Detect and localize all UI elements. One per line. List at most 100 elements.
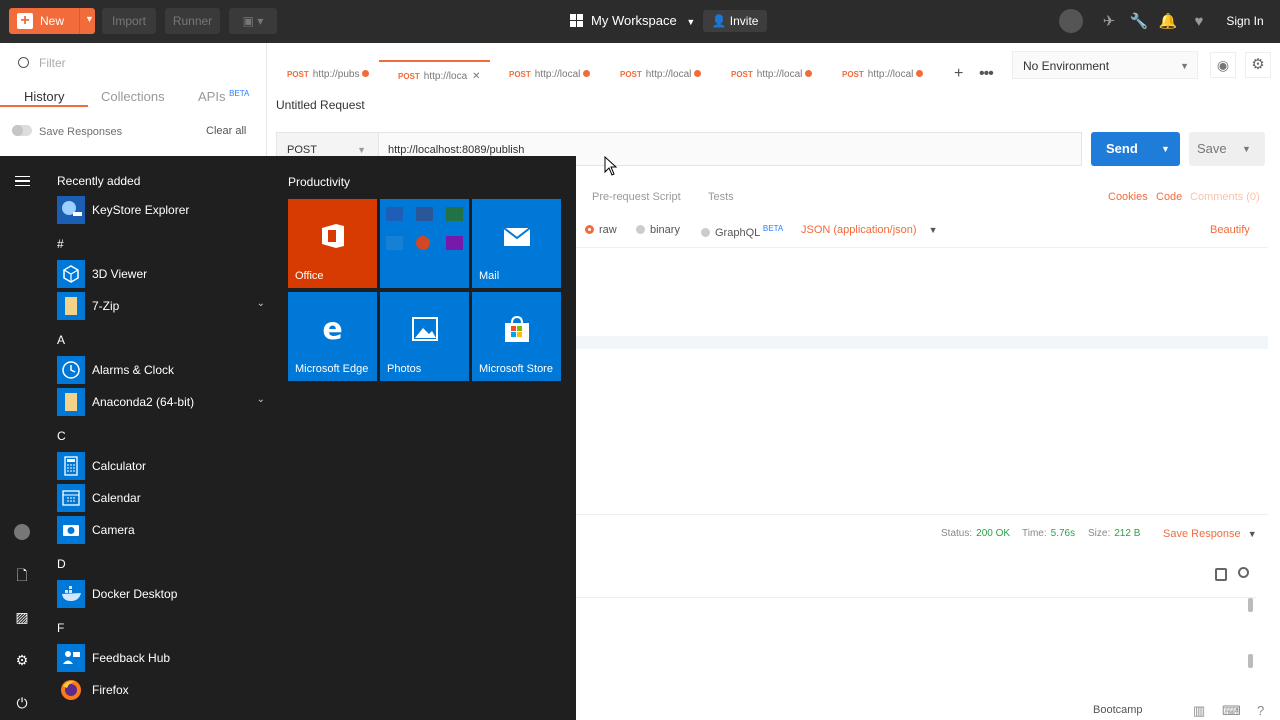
pictures-icon[interactable]: ▨ <box>13 608 31 626</box>
app-name: Camera <box>92 523 135 537</box>
tab-prerequest-script[interactable]: Pre-request Script <box>592 191 681 203</box>
tab-apis-label: APIs <box>198 89 226 104</box>
save-response-button[interactable]: Save Response ▼ <box>1163 528 1257 540</box>
app-anaconda2[interactable]: Anaconda2 (64-bit) ⌄ <box>57 388 269 416</box>
tab-apis[interactable]: APIs BETA <box>198 89 249 104</box>
send-button[interactable]: Send ▼ <box>1091 132 1180 166</box>
tab-collections[interactable]: Collections <box>101 89 165 104</box>
sync-icon[interactable] <box>1059 9 1083 33</box>
environment-select[interactable]: No Environment ▼ <box>1012 51 1198 79</box>
content-type-select[interactable]: JSON (application/json) ▼ <box>801 224 937 236</box>
code-link[interactable]: Code <box>1156 191 1182 203</box>
body-type-raw[interactable]: raw <box>585 224 617 236</box>
letter-header[interactable]: D <box>57 557 66 571</box>
request-tab[interactable]: POST http://local <box>712 60 823 90</box>
new-button[interactable]: + New ▼ <box>9 8 95 34</box>
save-button[interactable]: Save ▼ <box>1189 132 1265 166</box>
tile-microsoft-store[interactable]: Microsoft Store <box>472 292 561 381</box>
tile-microsoft-edge[interactable]: e Microsoft Edge <box>288 292 377 381</box>
tile-office-apps-group[interactable] <box>380 199 469 288</box>
hamburger-menu-icon[interactable] <box>15 176 30 186</box>
copy-icon[interactable] <box>1215 568 1227 581</box>
search-icon <box>18 57 29 68</box>
toggle-switch[interactable] <box>12 125 32 136</box>
power-icon[interactable]: ⏻ <box>13 694 31 712</box>
documents-icon[interactable]: 🗋 <box>13 566 31 584</box>
app-name: 7-Zip <box>92 299 120 313</box>
response-status: Status: 200 OK <box>941 528 1010 539</box>
keyboard-icon[interactable]: ⌨ <box>1222 703 1241 719</box>
scrollbar-thumb[interactable] <box>1248 654 1253 668</box>
add-user-icon: 👤 <box>711 14 727 28</box>
photos-icon <box>380 314 469 351</box>
app-alarms-clock[interactable]: Alarms & Clock <box>57 356 269 384</box>
chevron-down-icon: ▼ <box>1180 61 1189 71</box>
app-7-zip[interactable]: 7-Zip ⌄ <box>57 292 269 320</box>
close-icon[interactable]: ✕ <box>472 71 480 82</box>
wrench-icon[interactable]: 🔧 <box>1129 12 1149 32</box>
app-3d-viewer[interactable]: 3D Viewer <box>57 260 269 288</box>
runner-button[interactable]: Runner <box>165 8 220 34</box>
comments-link[interactable]: Comments (0) <box>1190 191 1260 203</box>
letter-header[interactable]: # <box>57 237 64 251</box>
sign-in-button[interactable]: Sign In <box>1219 9 1271 33</box>
app-calendar[interactable]: Calendar <box>57 484 269 512</box>
app-firefox[interactable]: Firefox <box>57 676 269 704</box>
beautify-link[interactable]: Beautify <box>1210 224 1250 236</box>
two-pane-icon[interactable]: ▥ <box>1193 703 1205 719</box>
app-docker-desktop[interactable]: Docker Desktop <box>57 580 269 608</box>
tab-tests[interactable]: Tests <box>708 191 734 203</box>
chevron-down-icon[interactable]: ▼ <box>1242 132 1251 166</box>
tile-office[interactable]: Office <box>288 199 377 288</box>
tile-label: Photos <box>387 363 422 375</box>
tab-history[interactable]: History <box>24 89 64 104</box>
import-button[interactable]: Import <box>102 8 156 34</box>
request-tab[interactable]: POST http://local <box>823 60 934 90</box>
request-tab-active[interactable]: POST http://loca ✕ <box>379 60 490 90</box>
cookies-link[interactable]: Cookies <box>1108 191 1148 203</box>
response-size: Size: 212 B <box>1088 528 1140 539</box>
new-tab-plus-icon[interactable]: + <box>954 65 963 83</box>
scrollbar-thumb[interactable] <box>1248 598 1253 612</box>
eye-icon[interactable]: ◉ <box>1210 52 1236 78</box>
app-camera[interactable]: Camera <box>57 516 269 544</box>
request-tab[interactable]: POST http://pubs <box>268 60 379 90</box>
tile-mail[interactable]: Mail <box>472 199 561 288</box>
body-type-graphql[interactable]: GraphQL BETA <box>701 224 783 239</box>
satellite-icon[interactable]: ✈ <box>1099 12 1119 32</box>
filter-input[interactable]: Filter <box>18 56 66 70</box>
camera-icon <box>57 516 85 544</box>
request-tab[interactable]: POST http://local <box>490 60 601 90</box>
save-responses-toggle[interactable]: Save Responses <box>12 125 122 138</box>
bell-icon[interactable]: 🔔 <box>1158 12 1178 32</box>
app-keystore-explorer[interactable]: KeyStore Explorer <box>57 196 269 224</box>
unsaved-dot-icon <box>362 70 370 77</box>
settings-gear-icon[interactable]: ⚙ <box>13 651 31 669</box>
letter-header[interactable]: F <box>57 621 64 635</box>
letter-header[interactable]: A <box>57 333 65 347</box>
letter-header[interactable]: C <box>57 429 66 443</box>
new-window-button[interactable]: ▣ ▾ <box>229 8 277 34</box>
search-icon[interactable] <box>1238 567 1249 578</box>
app-calculator[interactable]: Calculator <box>57 452 269 480</box>
app-feedback-hub[interactable]: Feedback Hub <box>57 644 269 672</box>
request-tab[interactable]: POST http://local <box>601 60 712 90</box>
bootcamp-link[interactable]: Bootcamp <box>1093 704 1143 716</box>
chevron-down-icon[interactable]: ⌄ <box>257 394 265 405</box>
gear-icon[interactable]: ⚙ <box>1245 52 1271 78</box>
body-type-binary[interactable]: binary <box>636 224 680 236</box>
app-name: KeyStore Explorer <box>92 203 190 217</box>
help-icon[interactable]: ? <box>1257 703 1264 718</box>
body-editor[interactable] <box>576 247 1268 515</box>
invite-button[interactable]: 👤 Invite <box>703 10 767 32</box>
chevron-down-icon[interactable]: ⌄ <box>257 298 265 309</box>
more-tabs-icon[interactable]: ••• <box>979 65 994 83</box>
chevron-down-icon[interactable]: ▼ <box>85 14 94 24</box>
chevron-down-icon[interactable]: ▼ <box>1161 132 1170 166</box>
calculator-icon <box>57 452 85 480</box>
tile-photos[interactable]: Photos <box>380 292 469 381</box>
clear-all-link[interactable]: Clear all <box>206 125 246 137</box>
avatar[interactable] <box>14 524 30 540</box>
workspace-selector[interactable]: My Workspace ▼ <box>570 13 695 28</box>
heart-icon[interactable]: ♥ <box>1189 12 1209 32</box>
